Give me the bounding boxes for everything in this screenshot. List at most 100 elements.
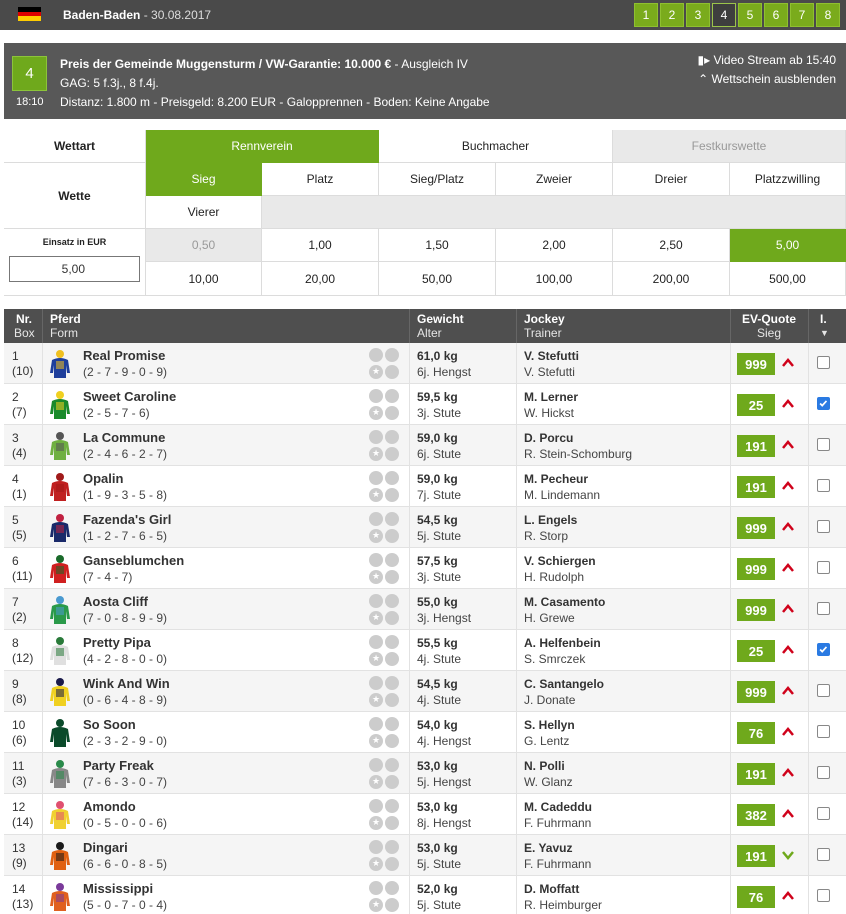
odds-button[interactable]: 25: [737, 640, 775, 662]
select-checkbox[interactable]: [817, 643, 830, 656]
col-pferd-header[interactable]: Pferd Form: [50, 312, 81, 340]
odds-button[interactable]: 76: [737, 886, 775, 908]
bettype-dreier[interactable]: Dreier: [613, 163, 730, 196]
horse-name[interactable]: Amondo: [83, 799, 167, 815]
odds-button[interactable]: 191: [737, 435, 775, 457]
stake-button[interactable]: 20,00: [262, 262, 379, 296]
bettype-platzzwilling[interactable]: Platzzwilling: [730, 163, 846, 196]
stake-button[interactable]: 5,00: [730, 229, 846, 262]
favorite-markers[interactable]: ★: [369, 471, 400, 502]
favorite-markers[interactable]: ★: [369, 635, 400, 666]
odds-button[interactable]: 999: [737, 681, 775, 703]
odds-button[interactable]: 191: [737, 763, 775, 785]
odds-button[interactable]: 999: [737, 353, 775, 375]
stake-button[interactable]: 2,50: [613, 229, 730, 262]
horse-name[interactable]: Party Freak: [83, 758, 167, 774]
race-button-5[interactable]: 5: [738, 3, 762, 27]
select-checkbox[interactable]: [817, 848, 830, 861]
odds-button[interactable]: 76: [737, 722, 775, 744]
provider-buchmacher[interactable]: Buchmacher: [379, 130, 613, 163]
favorite-markers[interactable]: ★: [369, 594, 400, 625]
col-i-header[interactable]: I. ▼: [820, 312, 829, 340]
horse-name[interactable]: Aosta Cliff: [83, 594, 167, 610]
runner-number: 3 (4): [12, 431, 42, 461]
select-checkbox[interactable]: [817, 725, 830, 738]
horse-name[interactable]: Real Promise: [83, 348, 167, 364]
stake-button[interactable]: 200,00: [613, 262, 730, 296]
race-button-4[interactable]: 4: [712, 3, 736, 27]
bettype-vierer[interactable]: Vierer: [146, 196, 262, 229]
col-gewicht-header[interactable]: Gewicht Alter: [417, 312, 464, 340]
stake-button[interactable]: 1,50: [379, 229, 496, 262]
odds-button[interactable]: 25: [737, 394, 775, 416]
bettype-sieg[interactable]: Sieg: [146, 163, 262, 196]
trainer-name: H. Rudolph: [524, 570, 585, 584]
race-button-3[interactable]: 3: [686, 3, 710, 27]
favorite-markers[interactable]: ★: [369, 430, 400, 461]
odds-button[interactable]: 999: [737, 517, 775, 539]
select-checkbox[interactable]: [817, 889, 830, 902]
bettype-zweier[interactable]: Zweier: [496, 163, 613, 196]
einsatz-input[interactable]: 5,00: [9, 256, 140, 282]
favorite-markers[interactable]: ★: [369, 840, 400, 871]
horse-form: (1 - 9 - 3 - 5 - 8): [83, 488, 168, 502]
odds-button[interactable]: 999: [737, 558, 775, 580]
favorite-markers[interactable]: ★: [369, 717, 400, 748]
stake-button[interactable]: 10,00: [146, 262, 262, 296]
odds-button[interactable]: 191: [737, 476, 775, 498]
col-quote-header[interactable]: EV-Quote Sieg: [738, 312, 800, 340]
favorite-markers[interactable]: ★: [369, 389, 400, 420]
provider-rennverein[interactable]: Rennverein: [146, 130, 379, 163]
horse-name[interactable]: Ganseblumchen: [83, 553, 184, 569]
favorite-markers[interactable]: ★: [369, 881, 400, 912]
odds-button[interactable]: 999: [737, 599, 775, 621]
favorite-markers[interactable]: ★: [369, 758, 400, 789]
select-checkbox[interactable]: [817, 479, 830, 492]
favorite-markers[interactable]: ★: [369, 676, 400, 707]
runner-box: (14): [12, 815, 34, 829]
select-checkbox[interactable]: [817, 561, 830, 574]
race-button-2[interactable]: 2: [660, 3, 684, 27]
odds-button[interactable]: 191: [737, 845, 775, 867]
horse-name[interactable]: La Commune: [83, 430, 167, 446]
stake-button[interactable]: 500,00: [730, 262, 846, 296]
stake-button[interactable]: 50,00: [379, 262, 496, 296]
select-checkbox[interactable]: [817, 438, 830, 451]
select-checkbox[interactable]: [817, 356, 830, 369]
odds-button[interactable]: 382: [737, 804, 775, 826]
hide-ticket-link[interactable]: ⌃ Wettschein ausblenden: [698, 72, 836, 86]
select-checkbox[interactable]: [817, 684, 830, 697]
horse-name[interactable]: Sweet Caroline: [83, 389, 176, 405]
bettype-platz[interactable]: Platz: [262, 163, 379, 196]
race-button-8[interactable]: 8: [816, 3, 840, 27]
horse-name[interactable]: So Soon: [83, 717, 167, 733]
select-checkbox[interactable]: [817, 807, 830, 820]
provider-festkurswette[interactable]: Festkurswette: [613, 130, 846, 163]
race-button-7[interactable]: 7: [790, 3, 814, 27]
select-checkbox[interactable]: [817, 766, 830, 779]
horse-name[interactable]: Fazenda's Girl: [83, 512, 171, 528]
select-checkbox[interactable]: [817, 397, 830, 410]
stake-button[interactable]: 100,00: [496, 262, 613, 296]
horse-name[interactable]: Wink And Win: [83, 676, 170, 692]
horse-info: Party Freak (7 - 6 - 3 - 0 - 7): [83, 758, 167, 790]
select-checkbox[interactable]: [817, 602, 830, 615]
stake-button[interactable]: 1,00: [262, 229, 379, 262]
horse-name[interactable]: Mississippi: [83, 881, 167, 897]
race-button-1[interactable]: 1: [634, 3, 658, 27]
stake-button[interactable]: 0,50: [146, 229, 262, 262]
horse-name[interactable]: Opalin: [83, 471, 167, 487]
select-checkbox[interactable]: [817, 520, 830, 533]
favorite-markers[interactable]: ★: [369, 799, 400, 830]
video-stream-link[interactable]: ▮▸ Video Stream ab 15:40: [697, 53, 836, 67]
favorite-markers[interactable]: ★: [369, 553, 400, 584]
col-jockey-header[interactable]: Jockey Trainer: [524, 312, 565, 340]
favorite-markers[interactable]: ★: [369, 348, 400, 379]
horse-name[interactable]: Pretty Pipa: [83, 635, 167, 651]
marker-dot-icon: [385, 840, 399, 854]
horse-name[interactable]: Dingari: [83, 840, 167, 856]
bettype-sieg-platz[interactable]: Sieg/Platz: [379, 163, 496, 196]
race-button-6[interactable]: 6: [764, 3, 788, 27]
favorite-markers[interactable]: ★: [369, 512, 400, 543]
stake-button[interactable]: 2,00: [496, 229, 613, 262]
